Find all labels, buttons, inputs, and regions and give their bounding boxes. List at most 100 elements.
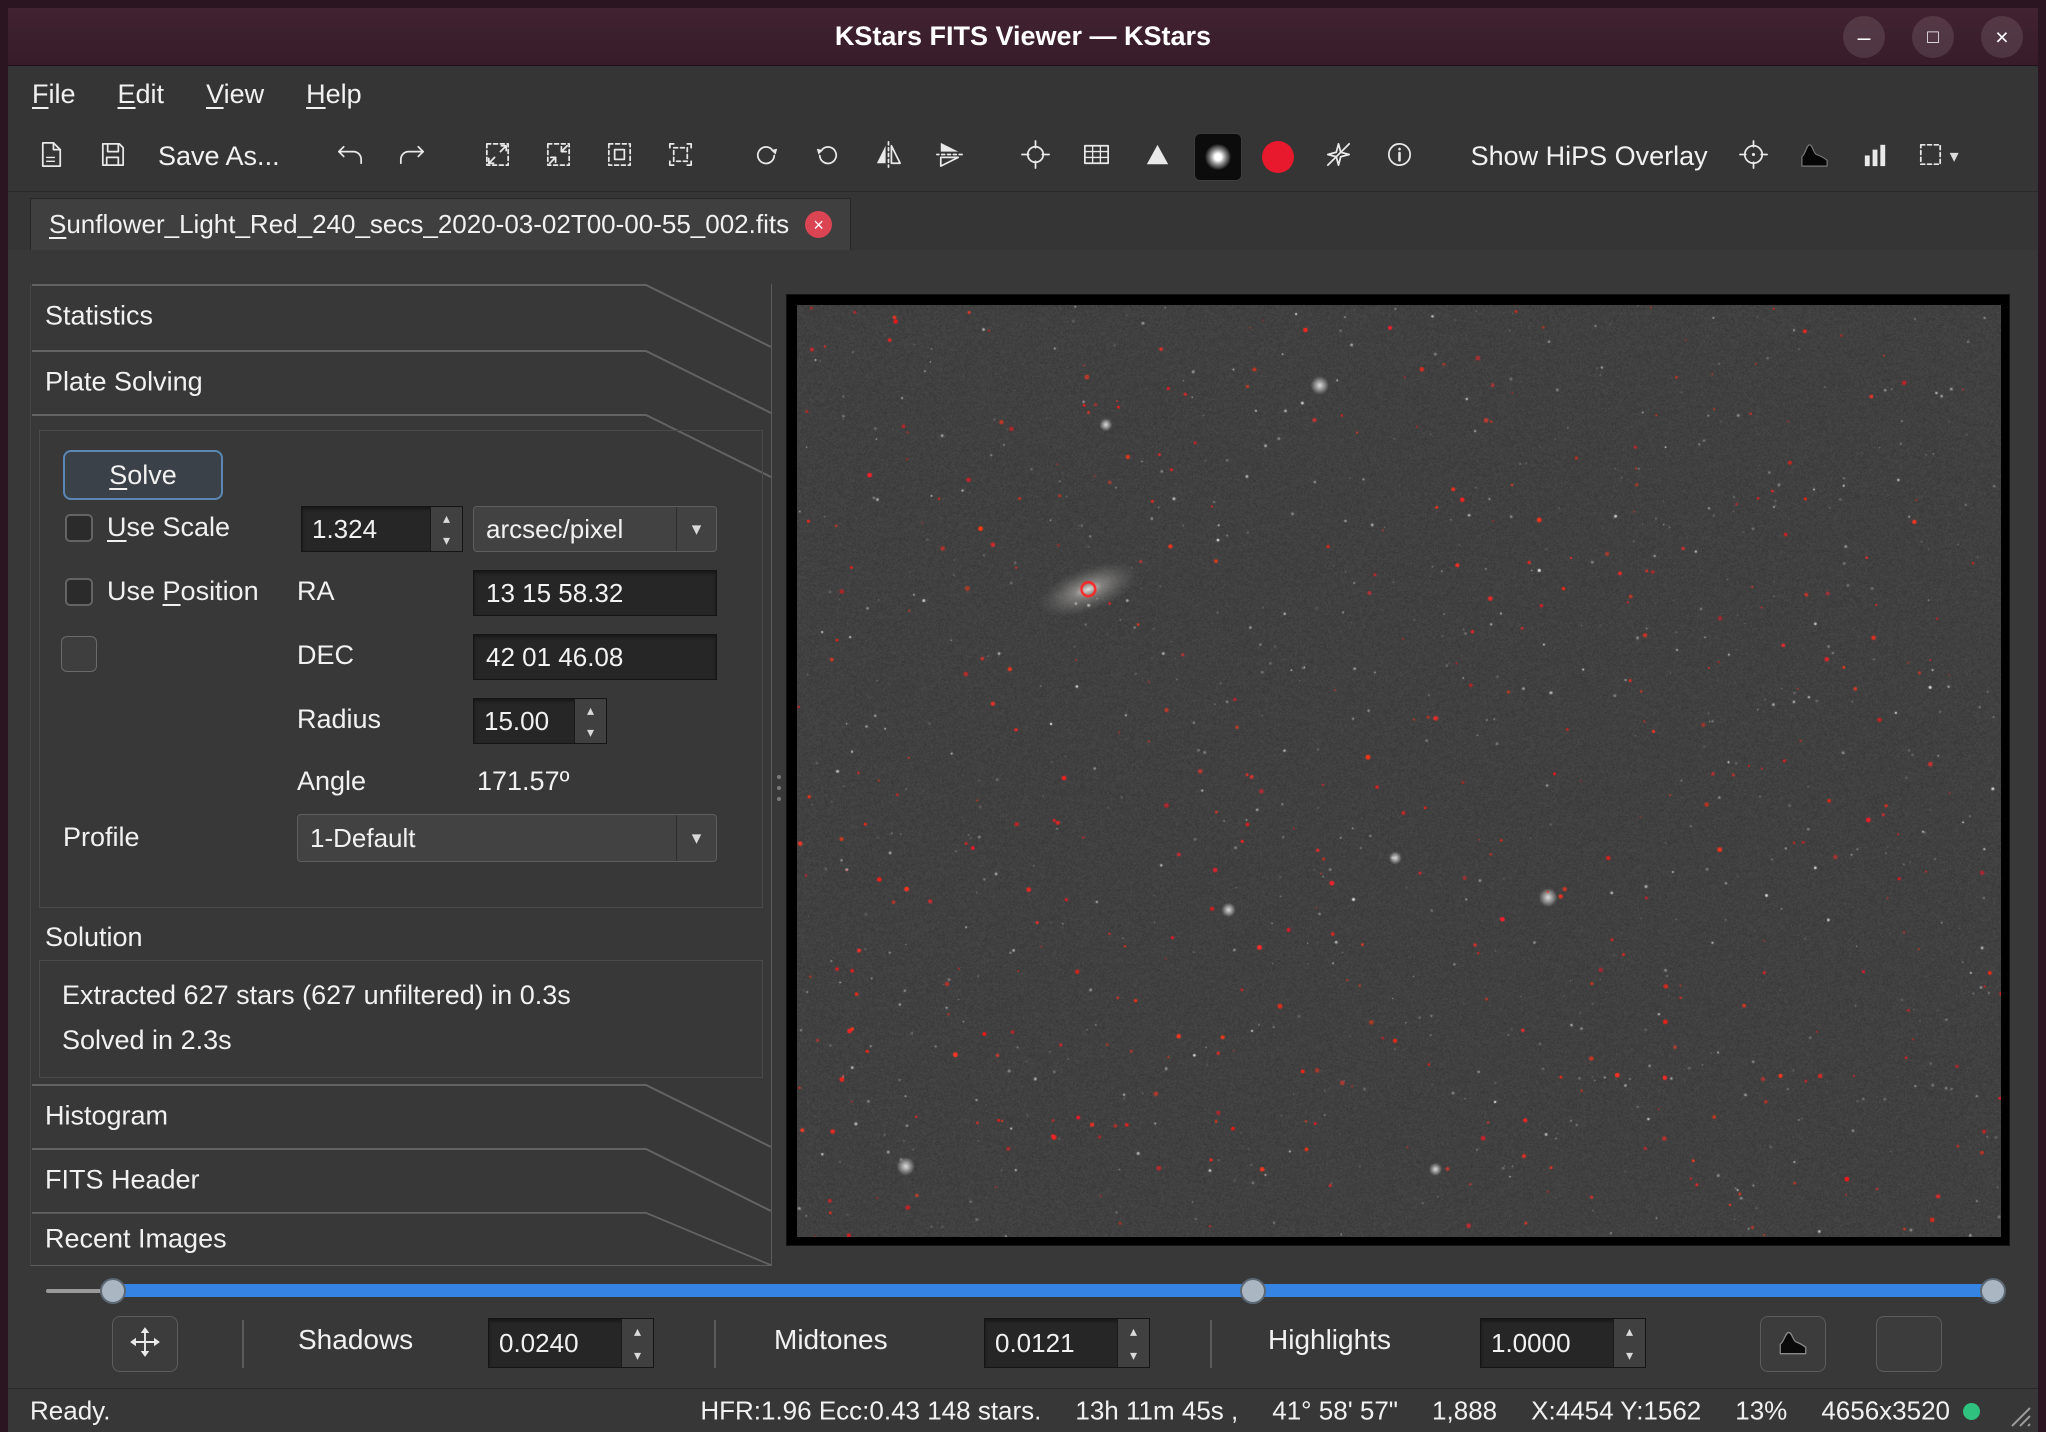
target-icon <box>1738 139 1769 175</box>
auto-stretch-button[interactable] <box>1760 1316 1826 1372</box>
move-arrows-icon <box>128 1325 162 1364</box>
tab-plate-solving-label: Plate Solving <box>45 367 203 398</box>
shadows-spinbox[interactable]: 0.0240 ▴▾ <box>488 1318 654 1368</box>
shadows-label: Shadows <box>298 1324 413 1356</box>
sync-position-button[interactable] <box>61 636 97 672</box>
histogram-toolbar-button[interactable] <box>1790 131 1840 183</box>
flip-vertical-button[interactable] <box>925 131 975 183</box>
tab-filename: Sunflower_Light_Red_240_secs_2020-03-02T… <box>49 209 789 240</box>
dec-field[interactable]: 42 01 46.08 <box>473 634 717 680</box>
spin-down-button[interactable]: ▾ <box>622 1343 653 1367</box>
tab-statistics[interactable]: Statistics <box>31 284 773 348</box>
zoom-shrink-button[interactable] <box>534 131 584 183</box>
radius-value[interactable]: 15.00 <box>474 699 574 743</box>
tab-fits-header[interactable]: FITS Header <box>31 1148 773 1212</box>
grid-button[interactable] <box>1072 131 1122 183</box>
midtones-value[interactable]: 0.0121 <box>985 1319 1117 1367</box>
tab-statistics-label: Statistics <box>45 301 153 332</box>
use-position-checkbox[interactable] <box>65 578 93 606</box>
spin-up-button[interactable]: ▴ <box>1118 1319 1149 1343</box>
minimize-button[interactable]: – <box>1843 16 1885 58</box>
rotate-ccw-button[interactable] <box>742 131 792 183</box>
spin-down-button[interactable]: ▾ <box>1118 1343 1149 1367</box>
spin-down-button[interactable]: ▾ <box>575 721 606 743</box>
maximize-button[interactable]: □ <box>1912 16 1954 58</box>
crop-button[interactable] <box>595 131 645 183</box>
spin-down-button[interactable]: ▾ <box>1614 1343 1645 1367</box>
spin-up-button[interactable]: ▴ <box>1614 1319 1645 1343</box>
toggle-stars-button[interactable] <box>1314 131 1364 183</box>
midtones-spinbox[interactable]: 0.0121 ▴▾ <box>984 1318 1150 1368</box>
ra-field[interactable]: 13 15 58.32 <box>473 570 717 616</box>
star-profile-toggle[interactable] <box>1194 133 1242 181</box>
profile-dropdown[interactable]: 1-Default ▾ <box>297 814 717 862</box>
solution-title: Solution <box>45 922 143 953</box>
stretch-slider[interactable] <box>8 1272 2038 1312</box>
selection-statistics-button[interactable]: ▾ <box>1912 131 1962 183</box>
flip-horizontal-button[interactable] <box>864 131 914 183</box>
selection-button[interactable] <box>656 131 706 183</box>
panel-splitter[interactable] <box>774 748 784 828</box>
menu-file[interactable]: File <box>16 73 92 116</box>
spin-up-button[interactable]: ▴ <box>431 507 462 529</box>
info-button[interactable] <box>1375 131 1425 183</box>
selection-corners-icon <box>665 139 696 175</box>
menu-help[interactable]: Help <box>290 73 378 116</box>
undo-icon <box>335 139 366 175</box>
center-telescope-button[interactable] <box>1729 131 1779 183</box>
spin-up-button[interactable]: ▴ <box>622 1319 653 1343</box>
angle-value: 171.57º <box>477 766 569 797</box>
tab-histogram[interactable]: Histogram <box>31 1084 773 1148</box>
midtones-handle[interactable] <box>1240 1278 1266 1304</box>
highlights-value[interactable]: 1.0000 <box>1481 1319 1613 1367</box>
tab-recent-images[interactable]: Recent Images <box>31 1212 773 1266</box>
close-button[interactable]: × <box>1981 16 2023 58</box>
redo-button[interactable] <box>387 131 437 183</box>
shadows-value[interactable]: 0.0240 <box>489 1319 621 1367</box>
menu-edit[interactable]: Edit <box>102 73 181 116</box>
grid-icon <box>1081 139 1112 175</box>
scale-spinbox[interactable]: 1.324 ▴▾ <box>301 506 463 552</box>
crosshair-button[interactable] <box>1011 131 1061 183</box>
tab-plate-solving[interactable]: Plate Solving <box>31 350 773 414</box>
statistics-toolbar-button[interactable] <box>1851 131 1901 183</box>
toggle-stretch-button[interactable] <box>1876 1316 1942 1372</box>
scale-units-dropdown[interactable]: arcsec/pixel ▾ <box>473 506 717 552</box>
show-hips-overlay-button[interactable]: Show HiPS Overlay <box>1461 131 1718 183</box>
image-view[interactable] <box>786 294 2010 1246</box>
save-button[interactable] <box>87 131 137 183</box>
resize-grip[interactable] <box>2002 1398 2032 1428</box>
zoom-fit-button[interactable] <box>473 131 523 183</box>
spin-up-button[interactable]: ▴ <box>575 699 606 721</box>
shadows-handle[interactable] <box>100 1278 126 1304</box>
menu-view[interactable]: View <box>190 73 280 116</box>
radius-spinbox[interactable]: 15.00 ▴▾ <box>473 698 607 744</box>
open-file-button[interactable] <box>26 131 76 183</box>
rotate-cw-button[interactable] <box>803 131 853 183</box>
status-led-green <box>1963 1403 1980 1420</box>
pan-mode-button[interactable] <box>112 1316 178 1372</box>
highlights-spinbox[interactable]: 1.0000 ▴▾ <box>1480 1318 1646 1368</box>
undo-button[interactable] <box>326 131 376 183</box>
save-as-button[interactable]: Save As... <box>148 131 290 183</box>
maximize-icon: □ <box>1927 28 1938 47</box>
tab-fits-header-label: FITS Header <box>45 1165 200 1196</box>
status-star-stats: HFR:1.96 Ecc:0.43 148 stars. <box>700 1395 1041 1426</box>
detect-stars-button[interactable] <box>1133 131 1183 183</box>
highlights-handle[interactable] <box>1980 1278 2006 1304</box>
spin-down-button[interactable]: ▾ <box>431 529 462 551</box>
chevron-down-icon: ▾ <box>1950 146 1959 167</box>
mark-stars-button[interactable] <box>1253 131 1303 183</box>
histogram-small-icon <box>1776 1325 1810 1364</box>
tab-close-button[interactable]: × <box>805 211 832 238</box>
use-scale-checkbox[interactable] <box>65 514 93 542</box>
starfield-canvas[interactable] <box>797 305 2001 1237</box>
fits-document-tab[interactable]: Sunflower_Light_Red_240_secs_2020-03-02T… <box>30 198 851 250</box>
shadows-spin-buttons: ▴▾ <box>621 1319 653 1367</box>
scale-value[interactable]: 1.324 <box>302 507 430 551</box>
detect-stars-icon <box>1142 139 1173 175</box>
slider-track-filled[interactable] <box>104 1284 1994 1297</box>
minimize-icon: – <box>1858 26 1871 49</box>
tab-recent-images-label: Recent Images <box>45 1224 227 1255</box>
solve-button[interactable]: Solve <box>63 450 223 500</box>
